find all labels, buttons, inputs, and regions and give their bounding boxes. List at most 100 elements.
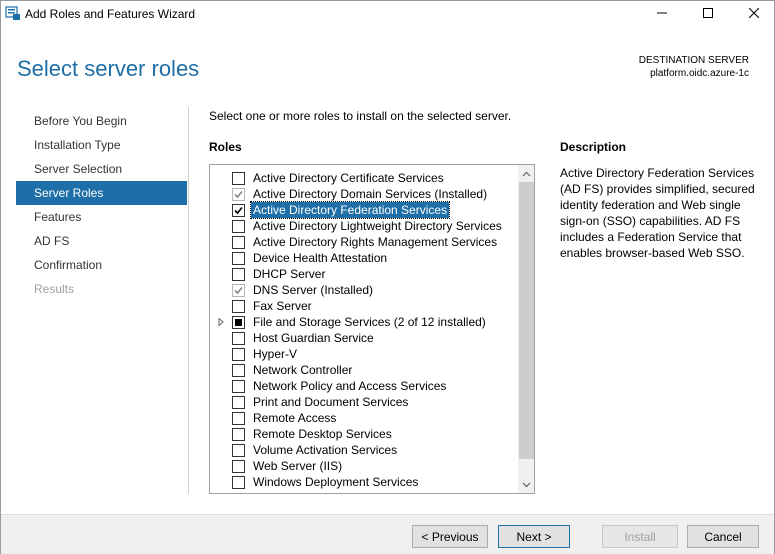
role-label[interactable]: Network Policy and Access Services [251,378,448,394]
role-label[interactable]: Print and Document Services [251,394,410,410]
role-checkbox[interactable] [232,300,245,313]
role-row[interactable]: DHCP Server [210,266,518,282]
roles-scrollbar[interactable] [518,165,534,493]
role-checkbox[interactable] [232,268,245,281]
nav-item-server-selection[interactable]: Server Selection [16,157,187,181]
role-row[interactable]: Network Controller [210,362,518,378]
role-row[interactable]: Volume Activation Services [210,442,518,458]
previous-button[interactable]: < Previous [412,525,488,548]
role-checkbox[interactable] [232,332,245,345]
scroll-up-button[interactable] [518,165,534,182]
role-row[interactable]: Network Policy and Access Services [210,378,518,394]
instruction-text: Select one or more roles to install on t… [209,109,512,123]
role-row[interactable]: Windows Deployment Services [210,474,518,490]
role-checkbox[interactable] [232,220,245,233]
role-row[interactable]: Active Directory Certificate Services [210,170,518,186]
partial-check-icon [235,319,242,326]
role-row[interactable]: Active Directory Lightweight Directory S… [210,218,518,234]
role-label[interactable]: Active Directory Domain Services (Instal… [251,186,489,202]
role-checkbox[interactable] [232,172,245,185]
roles-tree[interactable]: Active Directory Certificate Services Act… [209,164,535,494]
role-row[interactable]: Active Directory Federation Services [210,201,518,219]
role-label[interactable]: Device Health Attestation [251,250,389,266]
maximize-button[interactable] [685,1,731,27]
role-label[interactable]: Host Guardian Service [251,330,376,346]
checkmark-icon [234,286,243,295]
role-label[interactable]: DNS Server (Installed) [251,282,375,298]
checkmark-icon [234,206,243,215]
role-row[interactable]: Remote Access [210,410,518,426]
role-row[interactable]: Web Server (IIS) [210,458,518,474]
role-label[interactable]: Fax Server [251,298,314,314]
role-checkbox[interactable] [232,460,245,473]
destination-server-label: DESTINATION SERVER [638,55,749,66]
role-checkbox[interactable] [232,364,245,377]
role-label[interactable]: Remote Desktop Services [251,426,394,442]
role-row[interactable]: Active Directory Rights Management Servi… [210,234,518,250]
next-button[interactable]: Next > [498,525,570,548]
nav-item-features[interactable]: Features [16,205,187,229]
role-label[interactable]: Web Server (IIS) [251,458,344,474]
role-label[interactable]: DHCP Server [251,266,327,282]
close-icon [748,7,760,21]
role-checkbox[interactable] [232,316,245,329]
role-row[interactable]: Print and Document Services [210,394,518,410]
role-row[interactable]: Hyper-V [210,346,518,362]
window-title: Add Roles and Features Wizard [25,7,196,21]
nav-item-confirmation[interactable]: Confirmation [16,253,187,277]
role-row[interactable]: Remote Desktop Services [210,426,518,442]
nav-divider [188,107,189,494]
description-text: Active Directory Federation Services (AD… [560,166,755,260]
role-checkbox [232,188,245,201]
install-button: Install [602,525,678,548]
role-checkbox[interactable] [232,204,245,217]
role-row[interactable]: DNS Server (Installed) [210,282,518,298]
scroll-down-button[interactable] [518,476,534,493]
roles-list: Active Directory Certificate Services Act… [210,170,518,490]
role-checkbox[interactable] [232,412,245,425]
cancel-button[interactable]: Cancel [687,525,759,548]
role-label[interactable]: Volume Activation Services [251,442,399,458]
role-checkbox[interactable] [232,380,245,393]
chevron-up-icon [522,169,531,179]
minimize-icon [657,7,667,21]
role-row[interactable]: Device Health Attestation [210,250,518,266]
role-checkbox[interactable] [232,444,245,457]
wizard-steps-nav: Before You Begin Installation Type Serve… [16,109,187,301]
role-row[interactable]: File and Storage Services (2 of 12 insta… [210,314,518,330]
destination-server-value: platform.oidc.azure-1c [650,68,749,79]
role-label[interactable]: File and Storage Services (2 of 12 insta… [251,314,488,330]
role-checkbox[interactable] [232,476,245,489]
role-label[interactable]: Active Directory Lightweight Directory S… [251,218,504,234]
role-label[interactable]: Active Directory Certificate Services [251,170,446,186]
expand-arrow-icon[interactable] [217,317,225,327]
role-label[interactable]: Active Directory Rights Management Servi… [251,234,499,250]
nav-item-results: Results [34,282,75,296]
role-checkbox[interactable] [232,348,245,361]
nav-item-server-roles[interactable]: Server Roles [16,181,187,205]
description-heading: Description [560,140,627,154]
role-label[interactable]: Network Controller [251,362,354,378]
role-row[interactable]: Fax Server [210,298,518,314]
title-bar[interactable]: Add Roles and Features Wizard [1,1,774,27]
role-label[interactable]: Windows Deployment Services [251,474,420,490]
role-label[interactable]: Hyper-V [251,346,299,362]
close-button[interactable] [731,1,775,27]
role-label[interactable]: Remote Access [251,410,338,426]
nav-item-ad-fs[interactable]: AD FS [16,229,187,253]
chevron-down-icon [522,480,531,490]
role-row[interactable]: Host Guardian Service [210,330,518,346]
minimize-button[interactable] [639,1,685,27]
server-manager-icon [5,5,21,21]
maximize-icon [703,7,713,21]
role-checkbox[interactable] [232,396,245,409]
role-checkbox[interactable] [232,428,245,441]
role-row[interactable]: Active Directory Domain Services (Instal… [210,186,518,202]
roles-heading: Roles [209,140,242,154]
role-checkbox[interactable] [232,236,245,249]
role-checkbox[interactable] [232,252,245,265]
role-label[interactable]: Active Directory Federation Services [249,201,451,219]
scroll-thumb[interactable] [519,182,534,459]
nav-item-before-you-begin[interactable]: Before You Begin [16,109,187,133]
nav-item-installation-type[interactable]: Installation Type [16,133,187,157]
